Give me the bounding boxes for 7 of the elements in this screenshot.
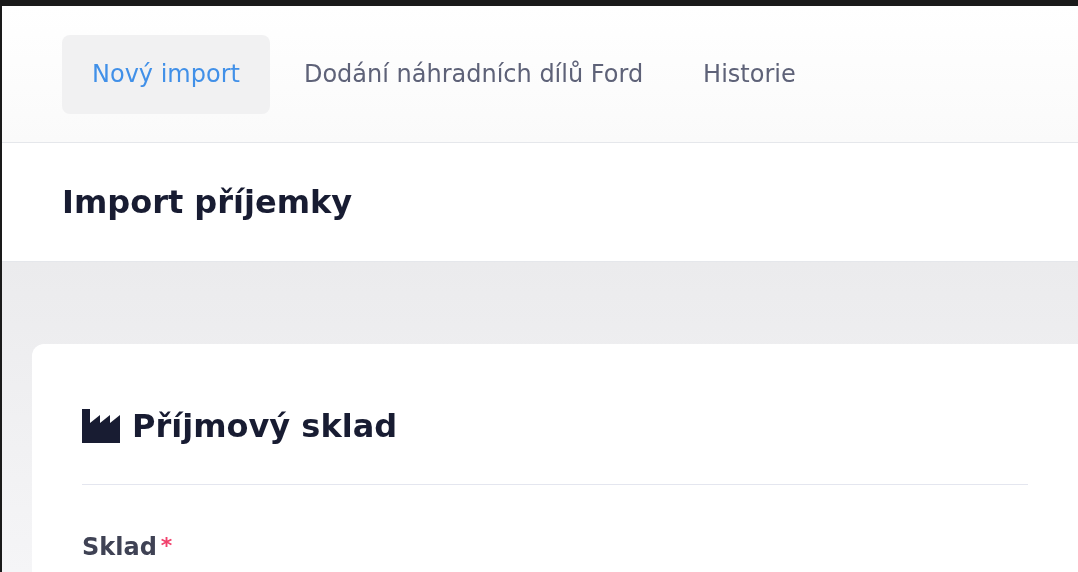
page-title: Import příjemky bbox=[62, 182, 353, 223]
field-label: Sklad bbox=[82, 532, 157, 563]
factory-icon bbox=[82, 409, 120, 443]
section-title: Příjmový sklad bbox=[132, 406, 398, 447]
required-mark: * bbox=[160, 532, 173, 560]
tab[interactable]: Dodání náhradních dílů Ford bbox=[277, 34, 670, 114]
tab[interactable]: Historie bbox=[677, 34, 822, 114]
